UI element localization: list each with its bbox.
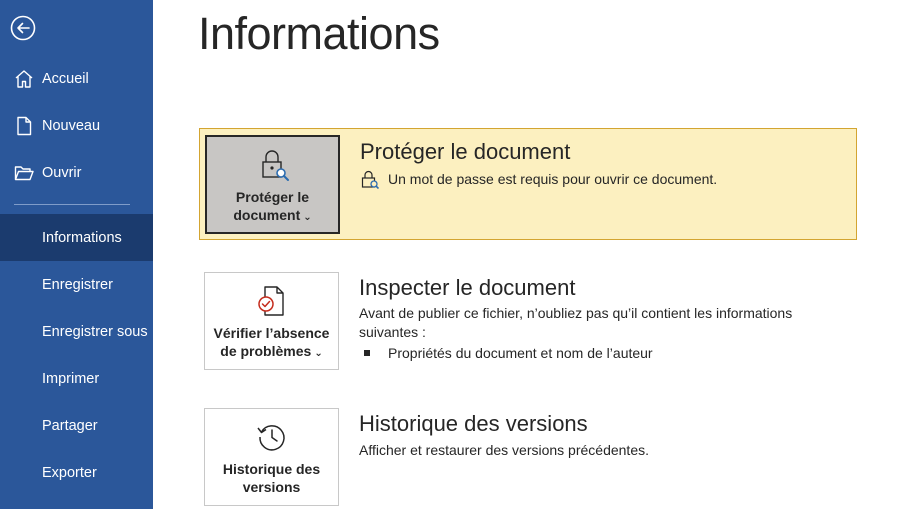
nav-item-exporter[interactable]: Exporter — [0, 449, 153, 496]
inspect-document-section: Vérifier l’absence de problèmes ⌄ Inspect… — [199, 266, 857, 376]
check-issues-label: Vérifier l’absence de problèmes ⌄ — [210, 324, 334, 363]
open-folder-icon — [14, 165, 34, 180]
nav-item-imprimer[interactable]: Imprimer — [0, 355, 153, 402]
nav-item-informations[interactable]: Informations — [0, 214, 153, 261]
nav-divider — [14, 204, 130, 205]
nav-item-accueil[interactable]: Accueil — [0, 55, 153, 102]
chevron-down-icon: ⌄ — [303, 212, 312, 223]
page-title: Informations — [198, 8, 440, 59]
check-document-icon — [257, 286, 284, 316]
protect-document-section: Protéger le document ⌄ Protéger le docume… — [199, 128, 857, 240]
protect-label-line2: document — [233, 207, 301, 223]
back-button[interactable] — [10, 15, 36, 41]
list-item: Propriétés du document et nom de l’auteu… — [364, 345, 653, 361]
protect-document-button[interactable]: Protéger le document ⌄ — [205, 135, 340, 234]
protect-description: Un mot de passe est requis pour ouvrir c… — [388, 171, 718, 187]
version-label-line2: versions — [242, 479, 301, 495]
version-history-icon — [256, 425, 285, 451]
bullet-marker — [364, 350, 370, 356]
version-history-label: Historique des versions — [219, 460, 324, 496]
version-label-line1: Historique des — [222, 461, 321, 477]
back-arrow-icon — [10, 15, 36, 41]
inspect-description: Avant de publier ce fichier, n’oubliez p… — [359, 305, 793, 340]
nav-label-enregistrer: Enregistrer — [42, 276, 113, 293]
version-history-section: Historique des versions Historique des v… — [199, 402, 857, 509]
protect-section-title: Protéger le document — [360, 139, 571, 164]
new-document-icon — [17, 116, 32, 135]
protect-label-line1: Protéger le — [235, 189, 310, 205]
version-description: Afficher et restaurer des versions précé… — [359, 442, 650, 458]
nav-label-nouveau: Nouveau — [42, 117, 101, 134]
chevron-down-icon: ⌄ — [314, 348, 323, 359]
check-issues-button[interactable]: Vérifier l’absence de problèmes ⌄ — [204, 272, 339, 370]
nav-label-ouvrir: Ouvrir — [42, 164, 82, 181]
nav-item-enregistrer[interactable]: Enregistrer — [0, 261, 153, 308]
nav-label-imprimer: Imprimer — [42, 370, 100, 387]
nav-item-ouvrir[interactable]: Ouvrir — [0, 149, 153, 196]
protect-description-row: Un mot de passe est requis pour ouvrir c… — [359, 169, 717, 189]
nav-item-partager[interactable]: Partager — [0, 402, 153, 449]
lock-icon — [261, 150, 289, 181]
bullet-text: Propriétés du document et nom de l’auteu… — [388, 345, 653, 361]
backstage-sidebar: Accueil Nouveau Ouvrir Informations Enre… — [0, 0, 153, 509]
version-history-button[interactable]: Historique des versions — [204, 408, 339, 506]
nav-label-exporter: Exporter — [42, 464, 97, 481]
protect-document-label: Protéger le document ⌄ — [229, 188, 315, 227]
nav-label-enregistrer-sous: Enregistrer sous — [42, 323, 148, 340]
inspect-section-title: Inspecter le document — [359, 275, 576, 300]
check-label-line1: Vérifier l’absence — [213, 325, 330, 341]
nav-label-partager: Partager — [42, 417, 98, 434]
home-icon — [15, 69, 33, 88]
check-label-line2: de problèmes — [220, 343, 312, 359]
version-section-title: Historique des versions — [359, 411, 588, 436]
nav-item-enregistrer-sous[interactable]: Enregistrer sous — [0, 308, 153, 355]
nav-label-accueil: Accueil — [42, 70, 89, 87]
nav-item-nouveau[interactable]: Nouveau — [0, 102, 153, 149]
nav-label-informations: Informations — [42, 229, 122, 246]
password-protected-icon — [361, 170, 379, 189]
